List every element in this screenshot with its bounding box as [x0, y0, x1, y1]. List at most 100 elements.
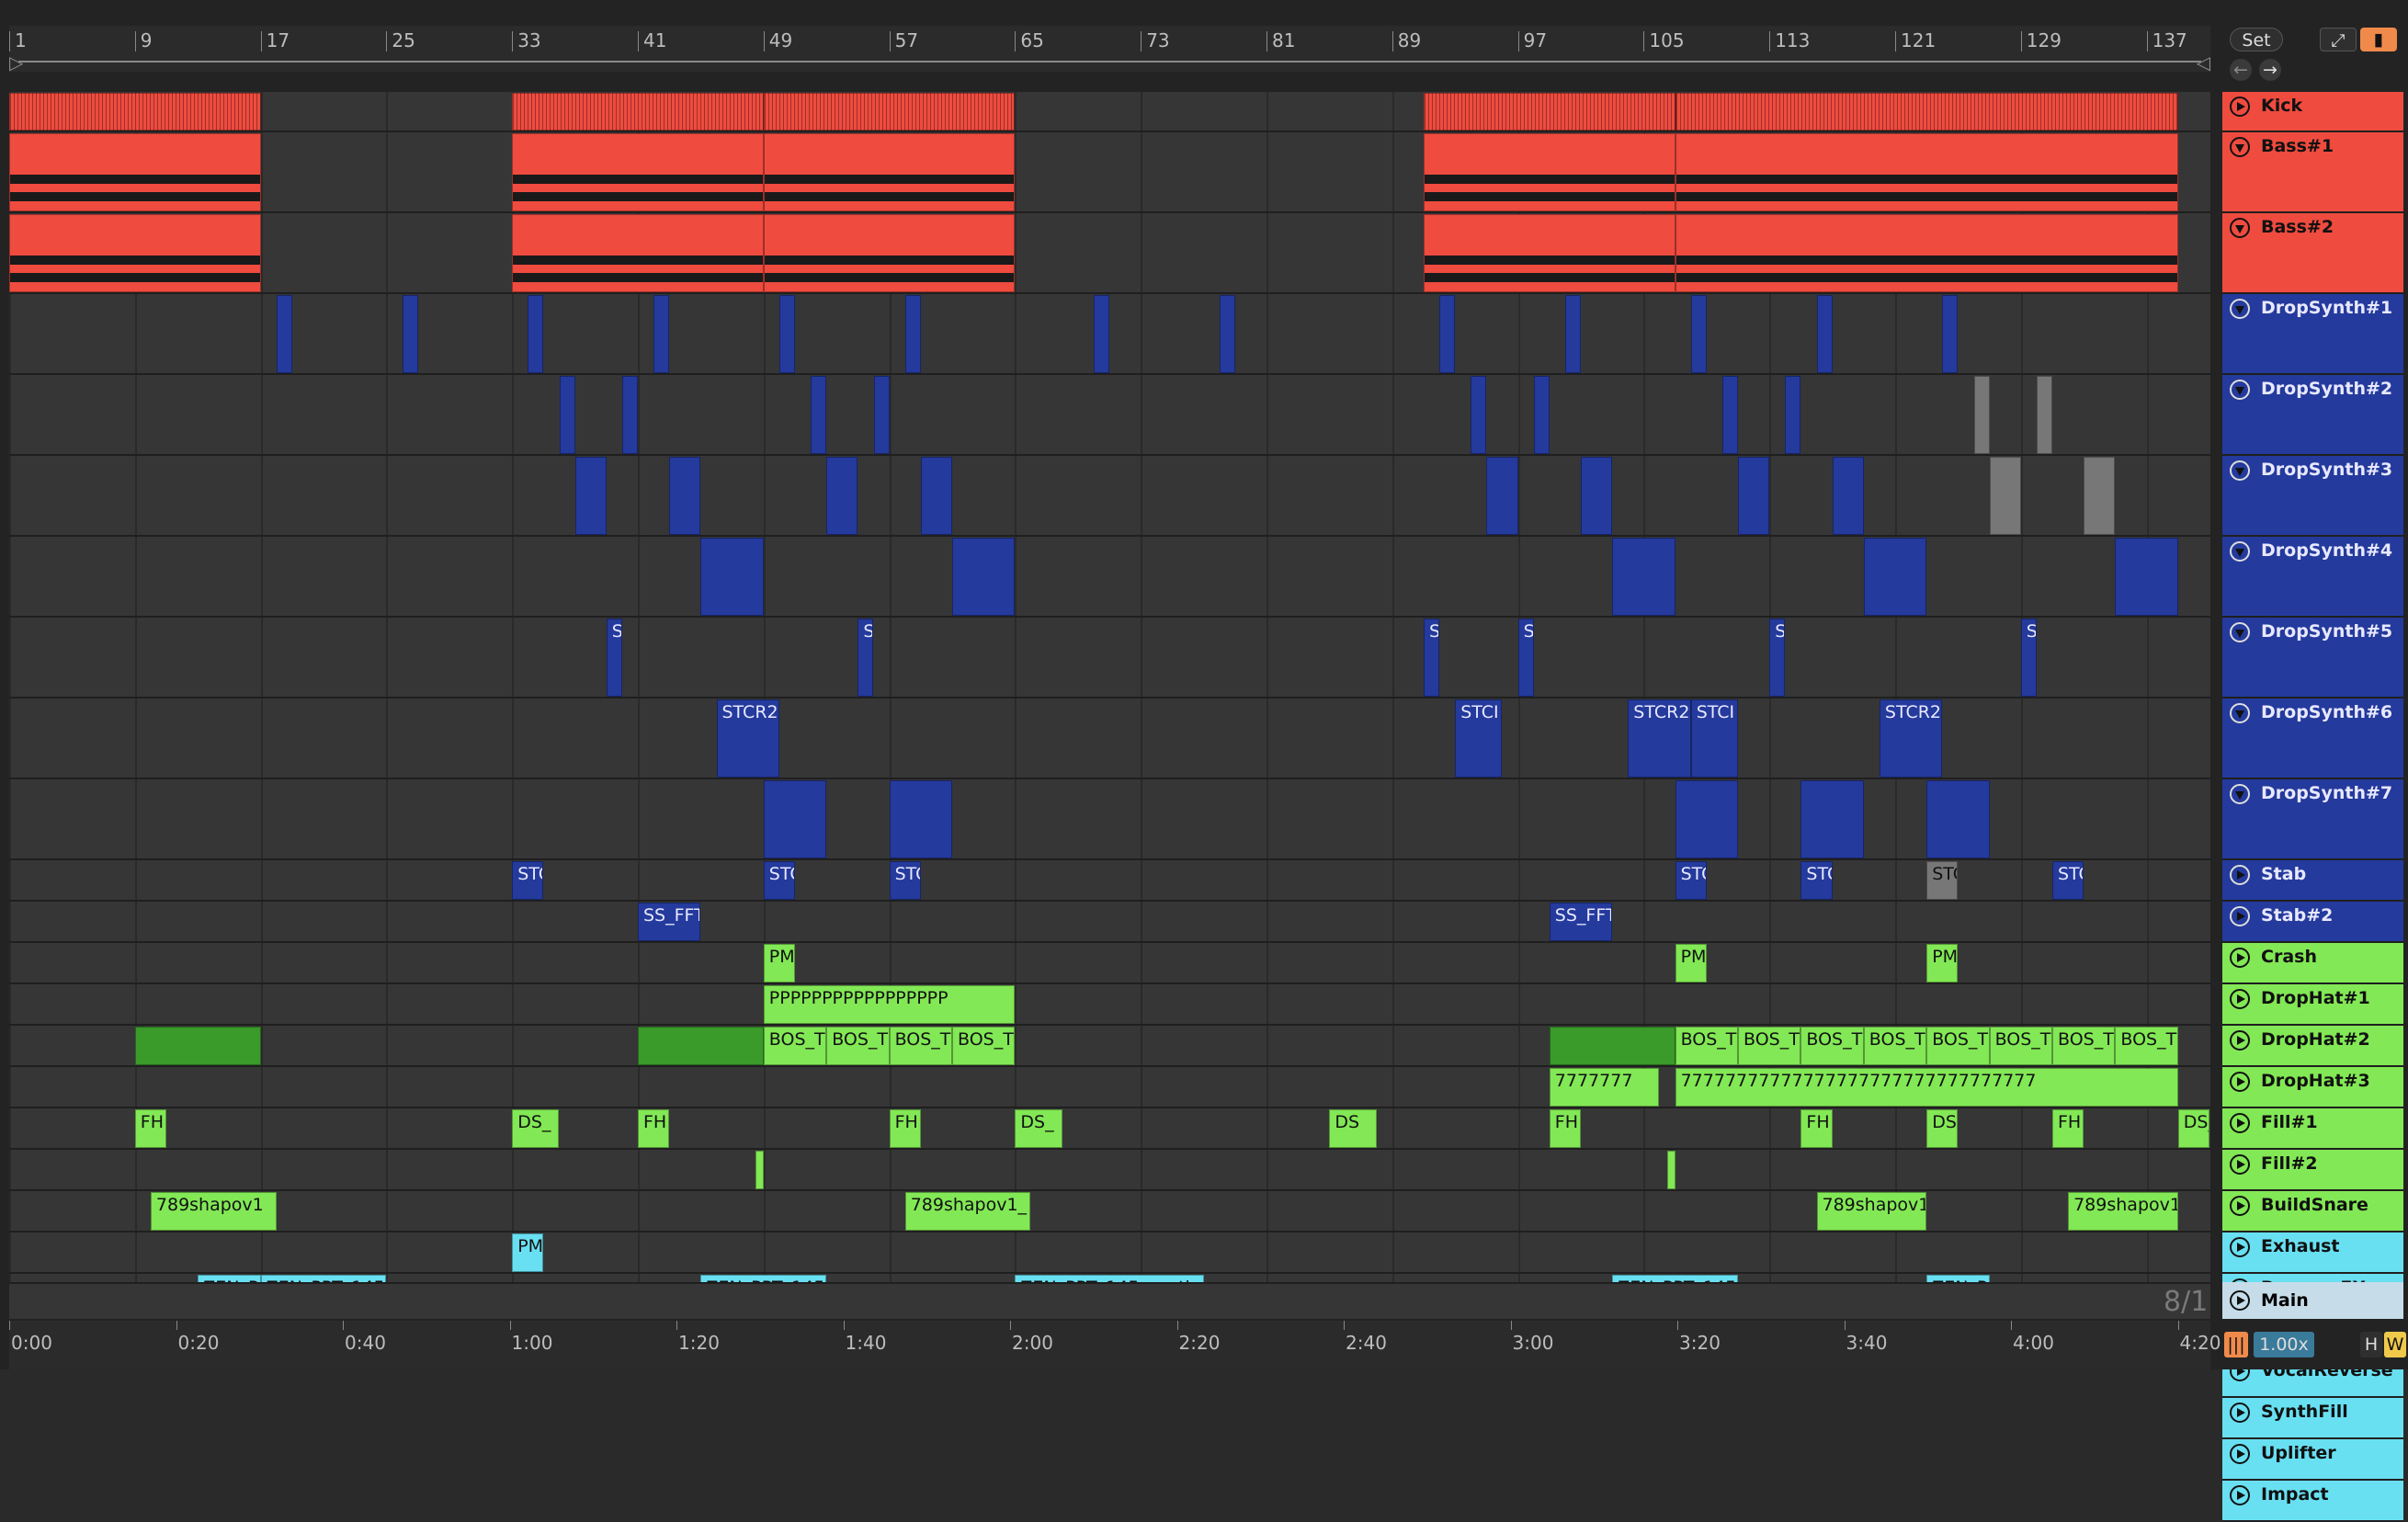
clip[interactable]: PM [1675, 944, 1707, 982]
clip[interactable] [528, 295, 544, 373]
clip[interactable] [9, 133, 261, 211]
arrow-left-icon[interactable]: ← [2230, 59, 2252, 81]
clip[interactable]: 789shapov1_ [904, 1192, 1031, 1231]
track-header[interactable]: Fill#1 [2222, 1108, 2403, 1150]
play-icon[interactable] [2230, 865, 2250, 885]
clip[interactable] [889, 780, 952, 858]
clip[interactable] [134, 1027, 261, 1065]
clip[interactable]: 7777777 [1549, 1068, 1660, 1107]
clip[interactable] [1800, 780, 1864, 858]
clip[interactable]: PM [1926, 944, 1959, 982]
clip[interactable]: ZEN_PPT_145 [1612, 1275, 1738, 1282]
clip[interactable] [638, 1027, 764, 1065]
clip[interactable]: FH [889, 1109, 921, 1148]
track-header[interactable]: Impact [2222, 1481, 2403, 1522]
clip[interactable]: FH [2052, 1109, 2084, 1148]
clip[interactable] [574, 457, 607, 535]
clip[interactable]: STCR2 [1628, 699, 1691, 778]
clip[interactable] [1816, 295, 1833, 373]
track-header[interactable]: DropSynth#7 [2222, 779, 2403, 860]
clip[interactable] [1093, 295, 1109, 373]
play-icon[interactable] [2230, 1154, 2250, 1175]
clip[interactable]: PPPPPPPPPPPPPPPPP [763, 985, 1016, 1024]
track-header[interactable]: DropSynth#4 [2222, 537, 2403, 618]
track-lane-dropsynth-5[interactable] [9, 618, 2210, 699]
fold-icon[interactable] [2230, 380, 2250, 400]
clip[interactable]: STC [1926, 861, 1959, 900]
track-lane-crash[interactable] [9, 943, 2210, 984]
clip[interactable] [763, 93, 1016, 131]
track-header[interactable]: SynthFill [2222, 1398, 2403, 1439]
clip[interactable]: DS_ [1015, 1109, 1062, 1148]
clip[interactable]: FH [638, 1109, 670, 1148]
track-lane-fill-1[interactable] [9, 1108, 2210, 1150]
clip[interactable] [1942, 295, 1959, 373]
track-header[interactable]: Stab#2 [2222, 902, 2403, 943]
clip[interactable]: BOS_T [2052, 1027, 2116, 1065]
clip[interactable] [1424, 214, 1675, 292]
fold-icon[interactable] [2230, 137, 2250, 157]
clip[interactable] [1486, 457, 1518, 535]
track-lane-dropsynth-2[interactable] [9, 375, 2210, 456]
track-header[interactable]: DropHat#3 [2222, 1067, 2403, 1108]
clip[interactable] [1471, 376, 1487, 454]
beat-time-ruler[interactable]: 1 9 17 25 33 41 49 57 65 73 81 89 97 105 113 121 129 137 [9, 26, 2210, 53]
arrangement-tracks[interactable]: S S S S S S STCR2 STCI STCR2 STCI STCR2 STC STC STC ST… [9, 92, 2210, 1282]
clip[interactable] [1439, 295, 1456, 373]
clip[interactable]: DS_ [512, 1109, 560, 1148]
clip[interactable] [1581, 457, 1613, 535]
set-button[interactable]: Set [2230, 28, 2283, 51]
track-lane-stab[interactable] [9, 860, 2210, 902]
clip[interactable] [1690, 295, 1707, 373]
clip[interactable] [763, 214, 1016, 292]
track-header[interactable]: Bass#1 [2222, 132, 2403, 213]
play-icon[interactable] [2230, 1237, 2250, 1257]
clip[interactable] [1612, 538, 1675, 616]
clip[interactable] [512, 214, 764, 292]
clip[interactable]: STC [1675, 861, 1707, 900]
h-toggle[interactable]: H [2360, 1332, 2382, 1357]
track-header[interactable]: Stab [2222, 860, 2403, 902]
clip[interactable]: BOS_T [1675, 1027, 1738, 1065]
clip[interactable]: S [1769, 619, 1786, 697]
play-icon[interactable] [2230, 1403, 2250, 1423]
clip[interactable] [1564, 295, 1581, 373]
clip[interactable]: FH [1800, 1109, 1833, 1148]
clip[interactable] [904, 295, 921, 373]
clip[interactable] [1675, 214, 2178, 292]
clip[interactable]: BOS_T [1863, 1027, 1927, 1065]
clip[interactable]: S [606, 619, 622, 697]
play-icon[interactable] [2230, 1444, 2250, 1464]
track-lane-dropsynth-3[interactable] [9, 456, 2210, 537]
clip[interactable]: BOS_T [1800, 1027, 1864, 1065]
track-header[interactable]: DropHat#1 [2222, 984, 2403, 1026]
play-icon[interactable] [2230, 1113, 2250, 1133]
clip[interactable] [1675, 133, 2178, 211]
main-track-header[interactable]: Main [2222, 1282, 2403, 1319]
clip[interactable] [873, 376, 890, 454]
play-icon[interactable] [2230, 948, 2250, 968]
clip[interactable]: S [2020, 619, 2037, 697]
clip[interactable]: STC [512, 861, 544, 900]
clip[interactable] [1832, 457, 1864, 535]
clip[interactable] [512, 93, 764, 131]
fold-icon[interactable] [2230, 703, 2250, 723]
track-lane-dropsynth-7[interactable] [9, 779, 2210, 860]
clip[interactable] [653, 295, 670, 373]
track-header[interactable]: DropSynth#1 [2222, 294, 2403, 375]
clip[interactable] [1926, 780, 1990, 858]
play-icon[interactable] [2230, 97, 2250, 117]
track-header[interactable]: DropSynth#6 [2222, 699, 2403, 779]
clip[interactable]: STC [763, 861, 795, 900]
clip[interactable]: 789shapov1 [2068, 1192, 2178, 1231]
track-header[interactable]: Exhaust [2222, 1232, 2403, 1274]
clip[interactable]: BOS_T [763, 1027, 827, 1065]
track-header[interactable]: BuildSnare [2222, 1191, 2403, 1232]
clip[interactable] [763, 133, 1016, 211]
clip[interactable]: SS_FFT [638, 903, 701, 941]
loop-end-marker-icon[interactable]: ◁ [2197, 53, 2210, 72]
clip[interactable] [1533, 376, 1550, 454]
clip[interactable] [9, 93, 261, 131]
clip[interactable]: STCI [1690, 699, 1738, 778]
clip[interactable] [559, 376, 575, 454]
